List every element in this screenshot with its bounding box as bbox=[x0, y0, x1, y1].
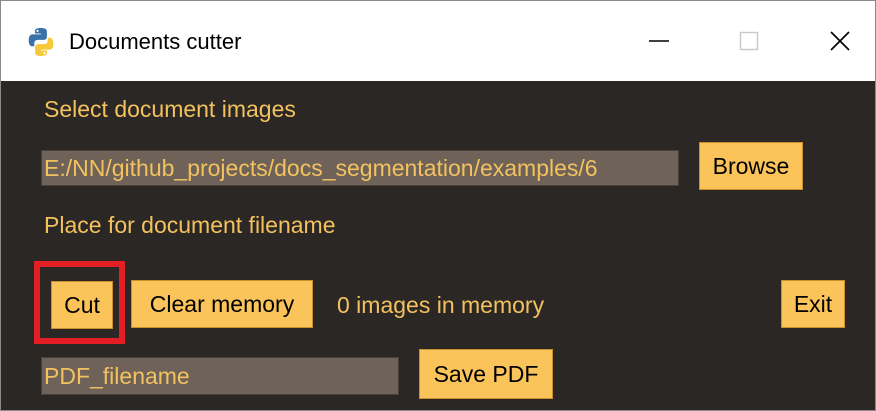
app-window: Documents cutter Select document images … bbox=[0, 0, 876, 411]
image-path-input[interactable] bbox=[41, 150, 679, 186]
main-content: Select document images Browse Place for … bbox=[1, 81, 875, 410]
select-images-label: Select document images bbox=[44, 96, 296, 122]
pdf-filename-input[interactable] bbox=[41, 357, 399, 395]
exit-button[interactable]: Exit bbox=[781, 280, 845, 328]
save-pdf-button[interactable]: Save PDF bbox=[419, 349, 553, 399]
title-bar[interactable]: Documents cutter bbox=[1, 1, 875, 81]
close-button[interactable] bbox=[822, 23, 858, 59]
maximize-button[interactable] bbox=[731, 23, 767, 59]
cut-button[interactable]: Cut bbox=[51, 281, 113, 329]
window-title: Documents cutter bbox=[69, 29, 242, 54]
python-logo-icon bbox=[28, 28, 54, 56]
memory-status-label: 0 images in memory bbox=[337, 292, 545, 318]
minimize-icon bbox=[649, 40, 669, 42]
minimize-button[interactable] bbox=[641, 23, 677, 59]
filename-placeholder-label: Place for document filename bbox=[44, 212, 336, 238]
close-icon bbox=[830, 31, 850, 51]
maximize-icon bbox=[739, 31, 759, 51]
browse-button[interactable]: Browse bbox=[699, 142, 803, 190]
clear-memory-button[interactable]: Clear memory bbox=[131, 280, 313, 328]
